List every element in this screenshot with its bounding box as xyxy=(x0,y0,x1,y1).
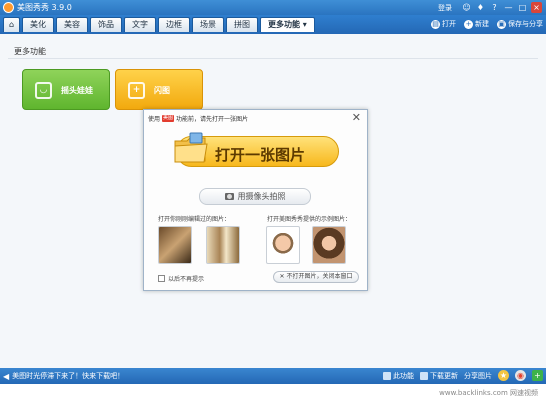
camera-icon xyxy=(224,193,234,200)
save-share-label: 保存与分享 xyxy=(508,20,543,28)
help-doc-icon xyxy=(383,371,391,380)
feature-help-button[interactable]: 此功能 xyxy=(383,371,414,381)
status-actions: 此功能 下载更新 分享图片 ★ ◉ + xyxy=(383,370,543,381)
tab-text[interactable]: 文字 xyxy=(124,17,156,32)
section-title: 更多功能 xyxy=(14,47,46,56)
camera-button[interactable]: 用摄像头拍照 xyxy=(199,188,311,205)
dialog-close-icon[interactable]: ✕ xyxy=(352,111,361,124)
dialog-tip-prefix: 使用 xyxy=(148,116,161,123)
open-action[interactable]: ▤ 打开 xyxy=(431,18,456,31)
tab-beautify[interactable]: 美化 xyxy=(22,17,54,32)
recent-images-label: 打开你刚刚编辑过的图片： xyxy=(158,216,231,223)
sample-images-label: 打开美图秀秀提供的示例图片： xyxy=(267,216,352,223)
open-image-button[interactable]: 打开一张图片 xyxy=(174,132,339,167)
watermark: www.backlinks.com 网速视频 xyxy=(439,389,538,397)
feature-help-label: 此功能 xyxy=(393,371,414,380)
tab-frames[interactable]: 边框 xyxy=(158,17,190,32)
tab-beauty[interactable]: 美容 xyxy=(56,17,88,32)
tab-actions: ▤ 打开 + 新建 ▣ 保存与分享 xyxy=(431,18,543,31)
checkbox-box[interactable] xyxy=(158,275,165,282)
download-update-button[interactable]: 下载更新 xyxy=(420,371,458,381)
flash-icon: + xyxy=(128,82,145,99)
save-share-action[interactable]: ▣ 保存与分享 xyxy=(497,18,543,31)
feature-bobblehead-button[interactable]: ◡ 摇头娃娃 xyxy=(22,69,110,110)
weibo-icon[interactable]: ◉ xyxy=(515,370,526,381)
new-icon: + xyxy=(464,20,473,29)
dialog-tip-text: 功能前，请先打开一张图片 xyxy=(176,116,249,123)
status-bar: ◀ 美图时光停滞下来了！快来下载吧！ 此功能 下载更新 分享图片 ★ ◉ + xyxy=(0,368,546,384)
close-without-opening-button[interactable]: ✕ 不打开图片，关闭本窗口 xyxy=(273,271,359,283)
tab-scenes[interactable]: 场景 xyxy=(192,17,224,32)
home-tab[interactable]: ⌂ xyxy=(3,17,20,32)
app-logo-icon xyxy=(3,2,14,13)
meitu-badge-icon: 美图 xyxy=(162,115,175,122)
share-image-label: 分享图片 xyxy=(464,371,492,380)
login-link[interactable]: 登录 xyxy=(438,3,452,13)
save-icon: ▣ xyxy=(497,20,506,29)
new-action[interactable]: + 新建 xyxy=(464,18,489,31)
doll-icon: ◡ xyxy=(35,82,52,99)
sample-image-thumbnail[interactable] xyxy=(312,226,346,264)
add-icon[interactable]: + xyxy=(532,370,543,381)
gift-icon[interactable]: ♦ xyxy=(475,2,486,13)
download-update-label: 下载更新 xyxy=(430,371,458,380)
recent-image-thumbnail[interactable] xyxy=(206,226,240,264)
skin-icon[interactable]: ☺ xyxy=(461,2,472,13)
star-icon[interactable]: ★ xyxy=(498,370,509,381)
tab-bar: ⌂ 美化 美容 饰品 文字 边框 场景 拼图 更多功能 ▾ ▤ 打开 + 新建 … xyxy=(0,15,546,34)
status-message[interactable]: ◀ 美图时光停滞下来了！快来下载吧！ xyxy=(3,371,124,381)
tab-collage[interactable]: 拼图 xyxy=(226,17,258,32)
share-image-button[interactable]: 分享图片 xyxy=(464,371,492,381)
maximize-icon[interactable]: □ xyxy=(517,2,528,13)
section-divider xyxy=(8,58,538,59)
open-icon: ▤ xyxy=(431,20,440,29)
minimize-icon[interactable]: — xyxy=(503,2,514,13)
tab-list: ⌂ 美化 美容 饰品 文字 边框 场景 拼图 更多功能 ▾ xyxy=(3,17,315,32)
new-action-label: 新建 xyxy=(475,20,489,28)
open-action-label: 打开 xyxy=(442,20,456,28)
sample-image-thumbnail[interactable] xyxy=(266,226,300,264)
window-title: 美图秀秀 3.9.0 xyxy=(17,3,72,12)
folder-icon xyxy=(174,132,208,163)
close-icon[interactable]: × xyxy=(531,2,542,13)
dont-show-again-label: 以后不再提示 xyxy=(168,276,205,283)
speaker-icon: ◀ xyxy=(3,371,10,381)
camera-button-label: 用摄像头拍照 xyxy=(237,192,286,201)
feature-flash-button[interactable]: + 闪图 xyxy=(115,69,203,110)
footer: www.backlinks.com 网速视频 xyxy=(0,384,546,400)
recent-image-thumbnail[interactable] xyxy=(158,226,192,264)
help-icon[interactable]: ? xyxy=(489,2,500,13)
tab-accessories[interactable]: 饰品 xyxy=(90,17,122,32)
open-image-dialog: 使用 美图 功能前，请先打开一张图片 ✕ 打开一张图片 用摄像头拍照 打开你刚刚… xyxy=(143,109,368,291)
download-icon xyxy=(420,371,428,380)
title-bar: 美图秀秀 3.9.0 登录 ☺ ♦ ? — □ × xyxy=(0,0,546,15)
open-image-label: 打开一张图片 xyxy=(215,146,306,164)
feature-bobblehead-label: 摇头娃娃 xyxy=(61,86,93,95)
window-controls: 登录 ☺ ♦ ? — □ × xyxy=(438,2,542,13)
dont-show-again-checkbox[interactable]: 以后不再提示 xyxy=(158,274,204,283)
dialog-tip: 使用 美图 功能前，请先打开一张图片 xyxy=(148,114,248,123)
tab-more-features[interactable]: 更多功能 ▾ xyxy=(260,17,315,32)
feature-flash-label: 闪图 xyxy=(154,86,170,95)
status-message-text[interactable]: 美图时光停滞下来了！快来下载吧！ xyxy=(12,371,124,381)
